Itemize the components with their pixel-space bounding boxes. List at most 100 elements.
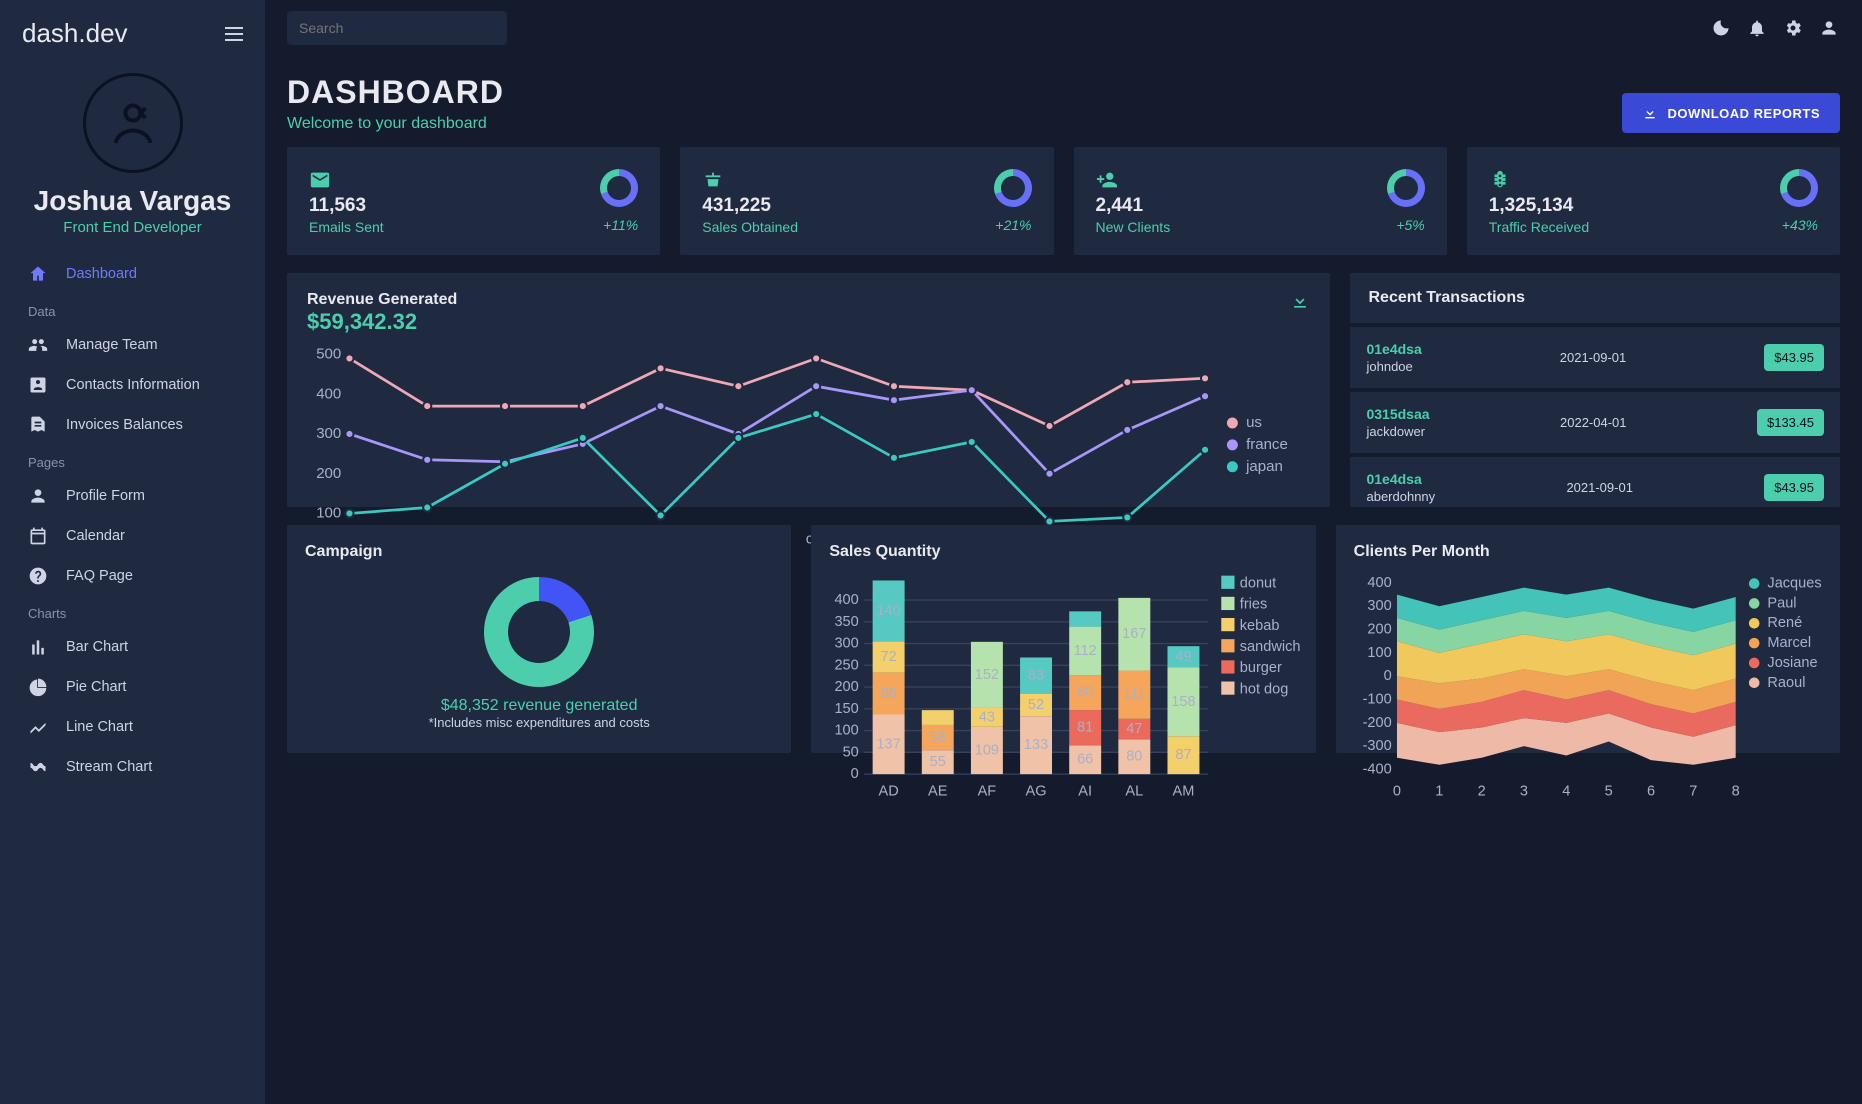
svg-text:300: 300 bbox=[316, 425, 341, 442]
txn-id: 01e4dsa bbox=[1366, 341, 1421, 357]
stat-card: 2,441New Clients+5% bbox=[1074, 147, 1447, 255]
stat-label: Traffic Received bbox=[1489, 219, 1589, 235]
theme-toggle-icon[interactable] bbox=[1710, 17, 1732, 39]
campaign-title: Campaign bbox=[305, 543, 773, 561]
txn-date: 2021-09-01 bbox=[1566, 480, 1633, 495]
svg-text:-300: -300 bbox=[1362, 738, 1391, 754]
sidebar-item-stream-chart[interactable]: Stream Chart bbox=[10, 747, 255, 787]
main: DASHBOARD Welcome to your dashboard DOWN… bbox=[265, 0, 1862, 1104]
brand-logo: dash.dev bbox=[22, 18, 128, 49]
svg-text:400: 400 bbox=[835, 592, 859, 608]
txn-amount: $43.95 bbox=[1764, 344, 1824, 371]
clients-stream-chart: -400-300-200-1000100200300400012345678Ja… bbox=[1352, 573, 1828, 798]
search-box[interactable] bbox=[287, 11, 507, 45]
revenue-download-icon[interactable] bbox=[1290, 291, 1310, 316]
notifications-icon[interactable] bbox=[1746, 17, 1768, 39]
sidebar-item-pie-chart[interactable]: Pie Chart bbox=[10, 667, 255, 707]
svg-text:AG: AG bbox=[1026, 783, 1047, 798]
download-reports-label: DOWNLOAD REPORTS bbox=[1668, 106, 1820, 121]
txn-user: aberdohnny bbox=[1366, 489, 1435, 504]
progress-ring bbox=[1780, 169, 1818, 207]
svg-text:0: 0 bbox=[1383, 668, 1391, 684]
page-subtitle: Welcome to your dashboard bbox=[287, 115, 504, 133]
sidebar-item-invoices-balances[interactable]: Invoices Balances bbox=[10, 405, 255, 445]
clients-title: Clients Per Month bbox=[1354, 543, 1822, 561]
stat-value: 2,441 bbox=[1096, 195, 1171, 217]
sidebar-item-contacts-information[interactable]: Contacts Information bbox=[10, 365, 255, 405]
search-input[interactable] bbox=[297, 19, 497, 37]
svg-text:Paul: Paul bbox=[1767, 595, 1796, 611]
sidebar-item-calendar[interactable]: Calendar bbox=[10, 516, 255, 556]
pie-icon bbox=[28, 677, 48, 697]
help-icon bbox=[28, 566, 48, 586]
txn-user: jackdower bbox=[1366, 424, 1429, 439]
svg-text:kebab: kebab bbox=[1240, 618, 1280, 634]
stat-label: Sales Obtained bbox=[702, 219, 798, 235]
svg-text:300: 300 bbox=[1367, 598, 1391, 614]
svg-text:hot dog: hot dog bbox=[1240, 681, 1289, 697]
svg-text:52: 52 bbox=[1028, 697, 1044, 713]
home-icon bbox=[28, 264, 48, 284]
txn-user: johndoe bbox=[1366, 359, 1421, 374]
invoice-icon bbox=[28, 415, 48, 435]
menu-toggle-button[interactable] bbox=[225, 27, 243, 41]
stat-card: 1,325,134Traffic Received+43% bbox=[1467, 147, 1840, 255]
transactions-list[interactable]: 01e4dsa johndoe 2021-09-01 $43.95 0315dsaa ja… bbox=[1350, 327, 1840, 507]
svg-text:1: 1 bbox=[1435, 783, 1443, 798]
svg-text:AE: AE bbox=[928, 783, 948, 798]
svg-text:7: 7 bbox=[1689, 783, 1697, 798]
svg-text:83: 83 bbox=[1028, 668, 1044, 684]
svg-text:400: 400 bbox=[1367, 575, 1391, 591]
svg-text:AM: AM bbox=[1173, 783, 1195, 798]
stat-card: 11,563Emails Sent+11% bbox=[287, 147, 660, 255]
svg-text:109: 109 bbox=[975, 742, 999, 758]
account-icon[interactable] bbox=[1818, 17, 1840, 39]
svg-text:400: 400 bbox=[316, 385, 341, 402]
svg-text:3: 3 bbox=[1520, 783, 1528, 798]
sidebar-item-line-chart[interactable]: Line Chart bbox=[10, 707, 255, 747]
nav-label: Bar Chart bbox=[66, 639, 128, 655]
svg-text:4: 4 bbox=[1562, 783, 1570, 798]
sidebar-item-manage-team[interactable]: Manage Team bbox=[10, 325, 255, 365]
page-title: DASHBOARD bbox=[287, 74, 504, 111]
transaction-row: 0315dsaajackdower2022-04-01$133.45 bbox=[1350, 392, 1840, 457]
txn-amount: $43.95 bbox=[1764, 474, 1824, 501]
nav-section-title: Data bbox=[10, 294, 255, 325]
svg-text:8: 8 bbox=[1731, 783, 1739, 798]
txn-id: 0315dsaa bbox=[1366, 406, 1429, 422]
svg-text:300: 300 bbox=[835, 636, 859, 652]
transaction-row: 01e4dsa johndoe 2021-09-01 $43.95 bbox=[1350, 327, 1840, 392]
nav-label: Line Chart bbox=[66, 719, 133, 735]
nav-section-title: Pages bbox=[10, 445, 255, 476]
transaction-row: 01e4dsaaberdohnny2021-09-01$43.95 bbox=[1350, 457, 1840, 507]
svg-text:96: 96 bbox=[881, 686, 897, 702]
svg-text:66: 66 bbox=[1077, 752, 1093, 768]
sidebar-item-profile-form[interactable]: Profile Form bbox=[10, 476, 255, 516]
svg-text:-200: -200 bbox=[1362, 715, 1391, 731]
svg-text:us: us bbox=[1246, 414, 1262, 431]
svg-text:87: 87 bbox=[1176, 747, 1192, 763]
svg-text:0: 0 bbox=[851, 766, 859, 782]
settings-icon[interactable] bbox=[1782, 17, 1804, 39]
svg-text:200: 200 bbox=[316, 465, 341, 482]
sidebar-item-faq-page[interactable]: FAQ Page bbox=[10, 556, 255, 596]
sidebar-item-dashboard[interactable]: Dashboard bbox=[10, 254, 255, 294]
svg-text:sandwich: sandwich bbox=[1240, 639, 1301, 655]
svg-text:49: 49 bbox=[1176, 649, 1192, 665]
nav-label: Invoices Balances bbox=[66, 417, 183, 433]
txn-date: 2021-09-01 bbox=[1560, 350, 1627, 365]
svg-text:0: 0 bbox=[1393, 783, 1401, 798]
progress-ring bbox=[994, 169, 1032, 207]
svg-text:350: 350 bbox=[835, 614, 859, 630]
nav-label: FAQ Page bbox=[66, 568, 133, 584]
svg-text:japan: japan bbox=[1245, 458, 1283, 475]
download-reports-button[interactable]: DOWNLOAD REPORTS bbox=[1622, 93, 1840, 133]
person-add-icon bbox=[1096, 169, 1171, 191]
svg-text:200: 200 bbox=[1367, 622, 1391, 638]
svg-text:80: 80 bbox=[1127, 749, 1143, 765]
topbar bbox=[287, 0, 1840, 56]
sales-bar-chart: 0501001502002503003504001379672140AD5558… bbox=[827, 573, 1303, 798]
campaign-revenue: $48,352 revenue generated bbox=[441, 697, 638, 715]
sidebar-item-bar-chart[interactable]: Bar Chart bbox=[10, 627, 255, 667]
transactions-title: Recent Transactions bbox=[1350, 273, 1840, 327]
